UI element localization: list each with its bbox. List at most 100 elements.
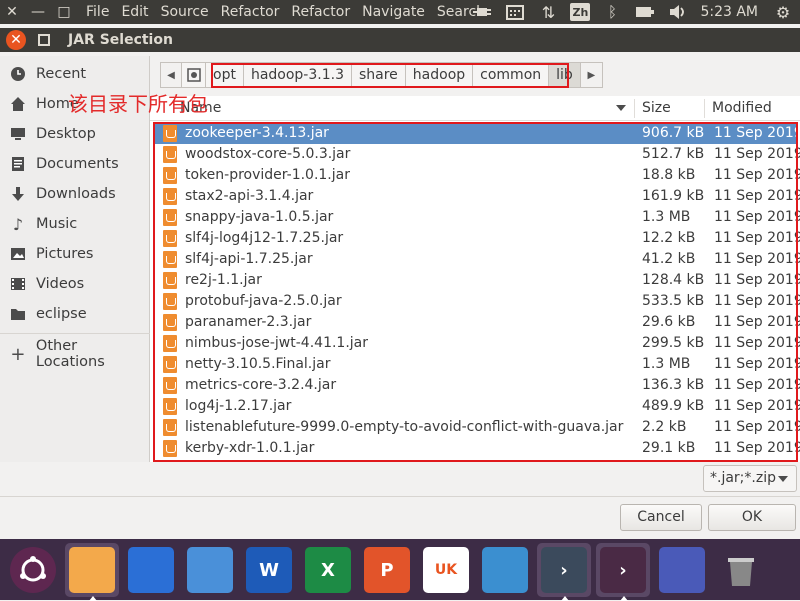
path-root-icon[interactable] bbox=[182, 62, 206, 88]
sidebar-item-pictures[interactable]: Pictures bbox=[0, 239, 150, 269]
path-segment-share[interactable]: share bbox=[351, 62, 406, 88]
file-modified: 11 Sep 2019 bbox=[714, 314, 800, 330]
sidebar-item-label: Music bbox=[36, 216, 78, 232]
word-icon[interactable]: W bbox=[242, 543, 296, 597]
browser-icon[interactable] bbox=[183, 543, 237, 597]
column-modified[interactable]: Modified bbox=[712, 96, 772, 121]
trash-icon-tile bbox=[718, 547, 764, 593]
column-size[interactable]: Size bbox=[642, 96, 671, 121]
firefox-icon[interactable] bbox=[124, 543, 178, 597]
sidebar-item-documents[interactable]: Documents bbox=[0, 149, 150, 179]
file-size: 299.5 kB bbox=[642, 335, 705, 351]
menu-source[interactable]: Source bbox=[161, 0, 209, 24]
file-row[interactable]: nimbus-jose-jwt-4.41.1.jar 299.5 kB 11 Sep… bbox=[155, 333, 800, 354]
menu-navigate[interactable]: Navigate bbox=[362, 0, 425, 24]
file-name: slf4j-log4j12-1.7.25.jar bbox=[185, 230, 344, 246]
file-size: 41.2 kB bbox=[642, 251, 696, 267]
powerpoint-icon[interactable]: P bbox=[360, 543, 414, 597]
sidebar-item-recent[interactable]: Recent bbox=[0, 59, 150, 89]
settings-icon[interactable]: ⚙ bbox=[772, 3, 794, 22]
file-row[interactable]: stax2-api-3.1.4.jar 161.9 kB 11 Sep 2019 bbox=[155, 186, 800, 207]
file-row[interactable]: listenablefuture-9999.0-empty-to-avoid-c… bbox=[155, 417, 800, 438]
close-icon[interactable]: ✕ bbox=[6, 30, 26, 50]
file-name: listenablefuture-9999.0-empty-to-avoid-c… bbox=[185, 419, 624, 435]
path-segment-common[interactable]: common bbox=[473, 62, 550, 88]
menu-file[interactable]: File bbox=[86, 0, 109, 24]
browser-icon-tile bbox=[187, 547, 233, 593]
music-icon: ♪ bbox=[12, 214, 24, 234]
file-name: netty-3.10.5.Final.jar bbox=[185, 356, 331, 372]
file-row[interactable]: paranamer-2.3.jar 29.6 kB 11 Sep 2019 bbox=[155, 312, 800, 333]
apps-icon[interactable] bbox=[655, 543, 709, 597]
file-row[interactable]: woodstox-core-5.0.3.jar 512.7 kB 11 Sep 20… bbox=[155, 144, 800, 165]
file-type-filter[interactable]: *.jar;*.zip bbox=[703, 465, 797, 492]
robot-icon-tile bbox=[482, 547, 528, 593]
clock[interactable]: 5:23 AM bbox=[700, 4, 758, 20]
file-row[interactable]: token-provider-1.0.1.jar 18.8 kB 11 Sep 20… bbox=[155, 165, 800, 186]
jar-file-icon bbox=[163, 293, 177, 310]
excel-icon[interactable]: X bbox=[301, 543, 355, 597]
network-icon[interactable]: ⇅ bbox=[537, 3, 559, 22]
calendar-icon[interactable] bbox=[504, 3, 526, 21]
cancel-button[interactable]: Cancel bbox=[620, 504, 702, 531]
file-row[interactable]: kerby-xdr-1.0.1.jar 29.1 kB 11 Sep 2019 bbox=[155, 438, 800, 459]
ok-button[interactable]: OK bbox=[708, 504, 796, 531]
file-row[interactable]: zookeeper-3.4.13.jar 906.7 kB 11 Sep 2019 bbox=[155, 123, 800, 144]
path-segment-hadoop[interactable]: hadoop bbox=[405, 62, 474, 88]
dock: W X P UK › › bbox=[0, 539, 800, 601]
file-row[interactable]: re2j-1.1.jar 128.4 kB 11 Sep 2019 bbox=[155, 270, 800, 291]
close-window-icon[interactable]: ✕ bbox=[4, 0, 20, 24]
running-indicator bbox=[561, 596, 569, 601]
trash-icon[interactable] bbox=[714, 543, 768, 597]
sidebar-item-videos[interactable]: Videos bbox=[0, 269, 150, 299]
documents-icon bbox=[9, 155, 27, 173]
path-segment-opt[interactable]: opt bbox=[206, 62, 244, 88]
sidebar-item-downloads[interactable]: Downloads bbox=[0, 179, 150, 209]
ubuntu-logo-icon[interactable] bbox=[6, 543, 60, 597]
battery-icon[interactable] bbox=[634, 3, 656, 21]
sidebar-item-other-locations[interactable]: + Other Locations bbox=[0, 338, 150, 370]
file-name: nimbus-jose-jwt-4.41.1.jar bbox=[185, 335, 369, 351]
path-scroll-right-icon[interactable]: ▶ bbox=[580, 62, 603, 88]
file-size: 512.7 kB bbox=[642, 146, 705, 162]
file-modified: 11 Sep 2019 bbox=[714, 398, 800, 414]
sidebar-item-eclipse[interactable]: eclipse bbox=[0, 299, 150, 329]
menu-edit[interactable]: Edit bbox=[121, 0, 148, 24]
jar-file-icon bbox=[163, 440, 177, 457]
terminal-icon[interactable]: › bbox=[596, 543, 650, 601]
path-scroll-left-icon[interactable]: ◀ bbox=[160, 62, 182, 88]
file-name: protobuf-java-2.5.0.jar bbox=[185, 293, 342, 309]
volume-icon[interactable] bbox=[667, 3, 689, 21]
vscode-icon[interactable]: › bbox=[537, 543, 591, 601]
file-row[interactable]: metrics-core-3.2.4.jar 136.3 kB 11 Sep 201… bbox=[155, 375, 800, 396]
file-row[interactable]: protobuf-java-2.5.0.jar 533.5 kB 11 Sep 20… bbox=[155, 291, 800, 312]
dialog-title: JAR Selection bbox=[68, 32, 173, 48]
files-icon[interactable] bbox=[65, 543, 119, 601]
path-segment-lib[interactable]: lib bbox=[549, 62, 581, 88]
menu-refactor[interactable]: Refactor bbox=[221, 0, 280, 24]
folder-icon bbox=[9, 305, 27, 323]
path-segment-hadoop-version[interactable]: hadoop-3.1.3 bbox=[243, 62, 352, 88]
file-modified: 11 Sep 2019 bbox=[714, 335, 800, 351]
file-row[interactable]: slf4j-api-1.7.25.jar 41.2 kB 11 Sep 2019 bbox=[155, 249, 800, 270]
sidebar-item-music[interactable]: ♪ Music bbox=[0, 209, 150, 239]
sidebar-item-label: Desktop bbox=[36, 126, 96, 142]
file-row[interactable]: log4j-1.2.17.jar 489.9 kB 11 Sep 2019 bbox=[155, 396, 800, 417]
sidebar-item-desktop[interactable]: Desktop bbox=[0, 119, 150, 149]
minimize-window-icon[interactable]: — bbox=[30, 0, 46, 24]
menu-refactor-2[interactable]: Refactor bbox=[291, 0, 350, 24]
store-icon[interactable]: UK bbox=[419, 543, 473, 597]
maximize-icon[interactable] bbox=[38, 34, 50, 46]
maximize-window-icon[interactable]: □ bbox=[56, 0, 72, 24]
file-row[interactable]: snappy-java-1.0.5.jar 1.3 MB 11 Sep 2019 bbox=[155, 207, 800, 228]
plug-icon[interactable] bbox=[471, 3, 493, 21]
file-row[interactable]: netty-3.10.5.Final.jar 1.3 MB 11 Sep 2019 bbox=[155, 354, 800, 375]
bluetooth-icon[interactable]: ᛒ bbox=[601, 3, 623, 21]
files-icon-tile bbox=[69, 547, 115, 593]
file-row[interactable]: slf4j-log4j12-1.7.25.jar 12.2 kB 11 Sep 20… bbox=[155, 228, 800, 249]
input-method-indicator[interactable]: Zh bbox=[570, 3, 591, 21]
jar-file-icon bbox=[163, 125, 177, 142]
desktop-icon bbox=[9, 125, 27, 143]
vscode-icon-tile: › bbox=[541, 547, 587, 593]
robot-icon[interactable] bbox=[478, 543, 532, 597]
